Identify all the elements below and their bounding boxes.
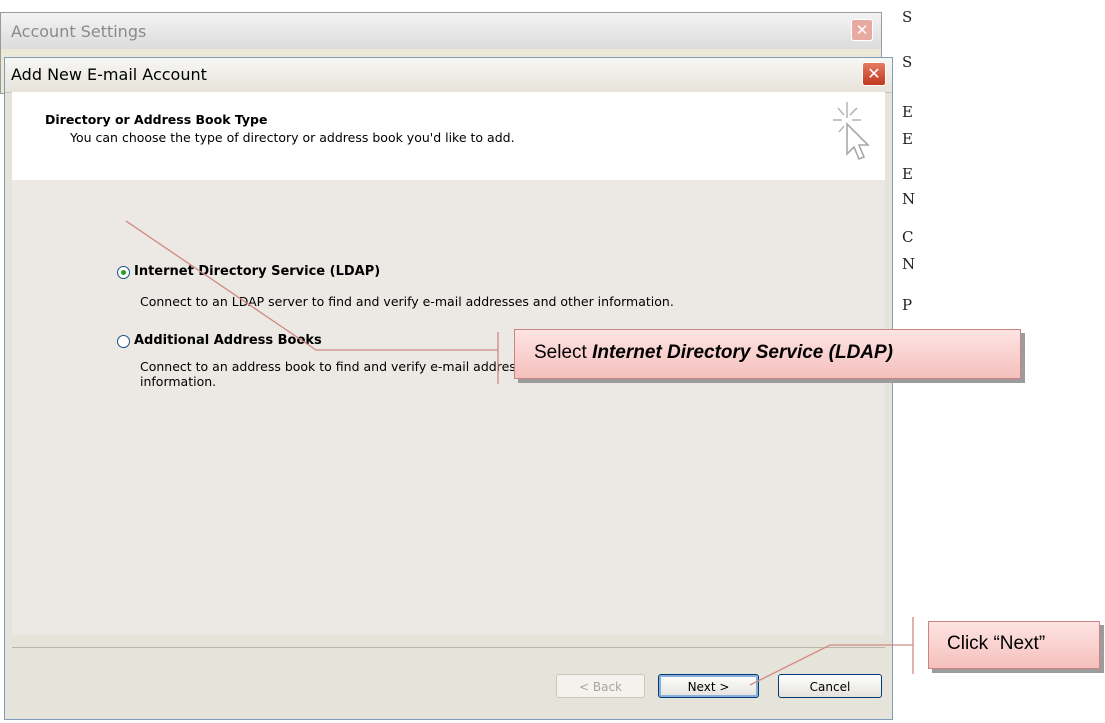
click-next-callout: Click “Next” [928, 621, 1100, 669]
back-button[interactable]: < Back [556, 674, 645, 698]
behind-text-line: N [902, 190, 916, 208]
wizard-content: Internet Directory Service (LDAP) Connec… [12, 180, 885, 635]
behind-text-line: P [902, 296, 913, 314]
click-next-callout-text: Click “Next” [947, 633, 1046, 654]
behind-text-line: S [902, 8, 913, 26]
wizard-header: Directory or Address Book Type You can c… [12, 92, 885, 181]
next-button[interactable]: Next > [658, 674, 759, 698]
address-books-radio[interactable] [117, 335, 130, 348]
ldap-option-description: Connect to an LDAP server to find and ve… [140, 294, 674, 309]
header-title: Directory or Address Book Type [45, 112, 268, 127]
header-subtitle: You can choose the type of directory or … [70, 130, 515, 145]
account-settings-titlebar: Account Settings ✕ [1, 13, 881, 49]
callout-prefix: Select [534, 342, 593, 363]
ldap-radio[interactable] [117, 266, 130, 279]
behind-text-line: S [902, 53, 913, 71]
ldap-option-label[interactable]: Internet Directory Service (LDAP) [134, 264, 380, 279]
select-ldap-callout: Select Internet Directory Service (LDAP) [514, 329, 1021, 379]
behind-text-line: E [902, 130, 913, 148]
background-text-strip [0, 0, 880, 6]
cursor-sparkle-icon [833, 102, 870, 161]
behind-text-line: E [902, 165, 913, 183]
cancel-button[interactable]: Cancel [778, 674, 882, 698]
behind-text-line: N [902, 255, 916, 273]
dialog-titlebar[interactable]: Add New E-mail Account ✕ [5, 58, 892, 93]
add-email-account-dialog: Add New E-mail Account ✕ Directory or Ad… [4, 57, 893, 720]
behind-text-line: C [902, 228, 914, 246]
button-divider [12, 647, 885, 648]
behind-text-line: E [902, 103, 913, 121]
account-settings-close-icon[interactable]: ✕ [851, 19, 873, 41]
account-settings-title: Account Settings [11, 22, 147, 41]
callout-emphasis: Internet Directory Service (LDAP) [592, 342, 894, 363]
address-books-option-label[interactable]: Additional Address Books [134, 333, 322, 348]
select-ldap-callout-text: Select Internet Directory Service (LDAP) [534, 342, 893, 364]
dialog-title: Add New E-mail Account [11, 65, 207, 84]
close-icon[interactable]: ✕ [862, 62, 886, 86]
